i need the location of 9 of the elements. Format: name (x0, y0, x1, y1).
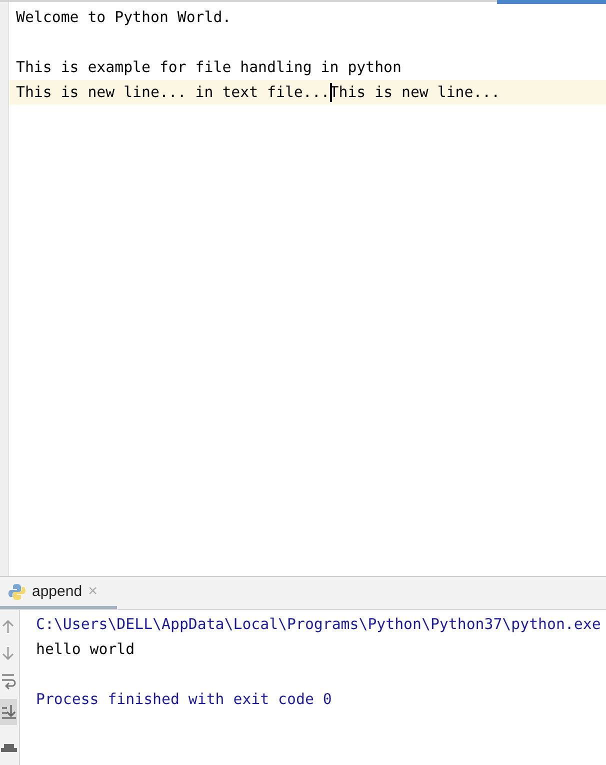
code-line: This is example for file handling in python (15, 57, 402, 78)
console-line: hello world (36, 640, 135, 658)
code-line: Welcome to Python World. (15, 7, 232, 28)
console-line: C:\Users\DELL\AppData\Local\Programs\Python\Python37\python.exe (36, 615, 601, 633)
python-icon (8, 582, 26, 600)
scroll-end-icon[interactable] (0, 699, 17, 725)
wrap-icon[interactable] (0, 672, 17, 690)
console-line: Process finished with exit code 0 (36, 690, 332, 708)
run-tab[interactable]: append × (0, 577, 117, 609)
